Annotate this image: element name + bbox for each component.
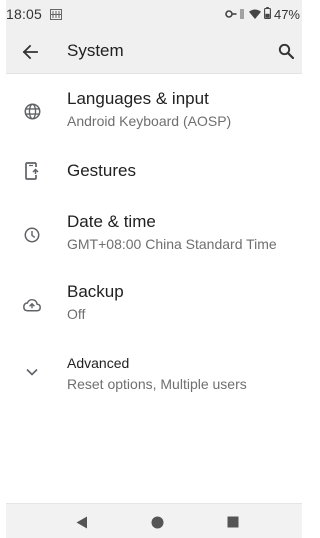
item-title: Advanced xyxy=(67,355,130,371)
chevron-down-icon xyxy=(20,360,44,384)
search-icon[interactable] xyxy=(274,39,298,63)
recents-square-icon[interactable] xyxy=(224,514,242,530)
globe-icon xyxy=(20,99,44,123)
item-title: Languages & input xyxy=(67,89,209,108)
navigation-bar xyxy=(6,503,302,538)
vpn-key-icon xyxy=(225,7,237,22)
status-bar: 18:05 47% xyxy=(6,0,302,28)
item-subtitle: Android Keyboard (AOSP) xyxy=(67,113,232,129)
screen: 18:05 47% System Languages & input Andro… xyxy=(6,0,302,538)
cloud-upload-icon xyxy=(20,293,44,317)
arrow-back-icon[interactable] xyxy=(18,40,42,64)
item-subtitle: Reset options, Multiple users xyxy=(67,376,247,392)
app-bar: System xyxy=(6,28,302,74)
clock-icon xyxy=(20,223,44,247)
notification-icon xyxy=(50,8,63,20)
battery-icon xyxy=(264,6,271,22)
item-subtitle: Off xyxy=(67,306,86,322)
item-title: Backup xyxy=(67,282,124,301)
setting-item-languages-input[interactable]: Languages & input Android Keyboard (AOSP… xyxy=(6,75,302,147)
battery-percent: 47% xyxy=(273,6,300,22)
wifi-icon xyxy=(248,7,261,22)
data-arrows-icon xyxy=(240,7,246,22)
setting-item-gestures[interactable]: Gestures xyxy=(6,147,302,199)
status-indicators: 47% xyxy=(225,6,300,22)
item-title: Gestures xyxy=(67,161,136,180)
back-triangle-icon[interactable] xyxy=(73,514,91,530)
phone-gesture-icon xyxy=(20,159,44,183)
item-title: Date & time xyxy=(67,212,156,231)
home-circle-icon[interactable] xyxy=(148,514,166,530)
setting-item-advanced[interactable]: Advanced Reset options, Multiple users xyxy=(6,341,302,407)
page-title: System xyxy=(67,41,124,60)
status-time: 18:05 xyxy=(6,6,43,22)
setting-item-date-time[interactable]: Date & time GMT+08:00 China Standard Tim… xyxy=(6,199,302,269)
setting-item-backup[interactable]: Backup Off xyxy=(6,269,302,341)
item-subtitle: GMT+08:00 China Standard Time xyxy=(67,236,277,252)
